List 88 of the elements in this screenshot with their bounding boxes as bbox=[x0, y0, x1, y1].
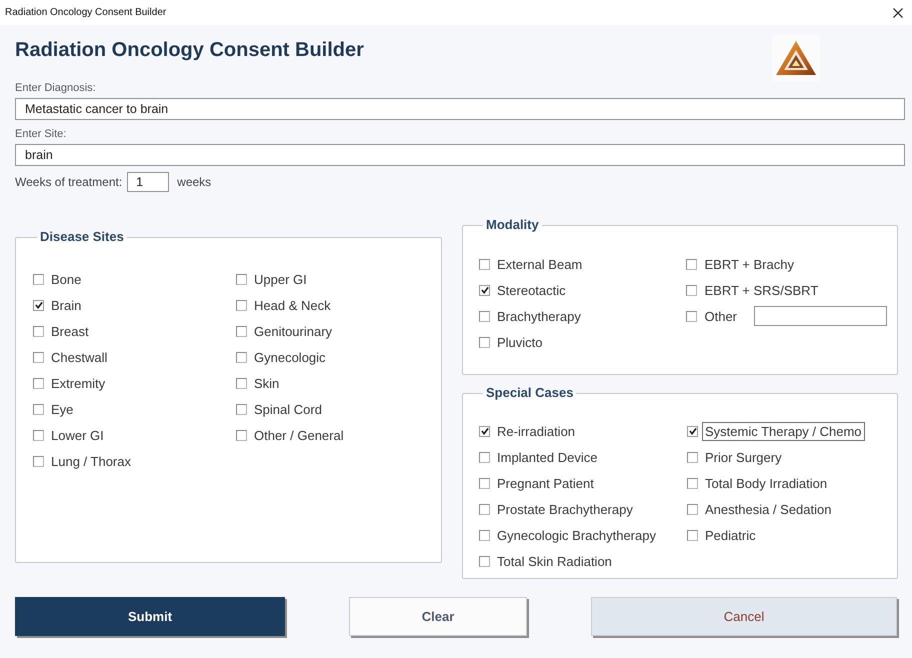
checkbox[interactable] bbox=[479, 426, 490, 436]
checkbox-label[interactable]: Skin bbox=[251, 374, 282, 392]
checkbox[interactable] bbox=[236, 274, 247, 284]
checkbox[interactable] bbox=[686, 310, 698, 322]
checkbox-label[interactable]: Pluvicto bbox=[494, 332, 546, 352]
checkbox-label[interactable]: Upper GI bbox=[251, 270, 310, 288]
checkbox[interactable] bbox=[33, 404, 44, 414]
checkmark-icon bbox=[34, 301, 42, 309]
checkbox-label[interactable]: Anesthesia / Sedation bbox=[702, 500, 834, 518]
checkbox-label[interactable]: Total Body Irradiation bbox=[702, 474, 830, 492]
clear-button[interactable]: Clear bbox=[349, 597, 527, 636]
checkbox[interactable] bbox=[479, 284, 490, 296]
checkbox-label[interactable]: Brain bbox=[48, 296, 84, 314]
checkbox[interactable] bbox=[687, 530, 698, 540]
checkbox[interactable] bbox=[236, 300, 247, 310]
checkbox-label[interactable]: Chestwall bbox=[48, 348, 110, 366]
checkbox-label[interactable]: Pregnant Patient bbox=[494, 474, 597, 492]
checkbox[interactable] bbox=[33, 352, 44, 362]
checkbox-label[interactable]: Eye bbox=[48, 400, 76, 418]
checkbox[interactable] bbox=[686, 284, 698, 296]
checkbox-label[interactable]: Brachytherapy bbox=[494, 306, 584, 326]
window-title: Radiation Oncology Consent Builder bbox=[5, 7, 166, 18]
checkbox[interactable] bbox=[236, 352, 247, 362]
field-label: Weeks of treatment: bbox=[15, 175, 122, 189]
app-heading: Radiation Oncology Consent Builder bbox=[15, 39, 364, 62]
group-title: Disease Sites bbox=[39, 229, 125, 245]
checkbox-label[interactable]: Stereotactic bbox=[494, 280, 569, 300]
checkbox-label[interactable]: Breast bbox=[48, 322, 92, 340]
checkbox[interactable] bbox=[33, 326, 44, 336]
checkbox[interactable] bbox=[687, 504, 698, 514]
checkbox[interactable] bbox=[236, 326, 247, 336]
submit-button[interactable]: Submit bbox=[15, 597, 285, 636]
checkbox[interactable] bbox=[479, 258, 490, 270]
checkbox-label[interactable]: Implanted Device bbox=[494, 448, 600, 466]
checkbox-label[interactable]: Spinal Cord bbox=[251, 400, 325, 418]
text-field[interactable]: Metastatic cancer to brain bbox=[15, 98, 905, 120]
triangle-logo-icon bbox=[772, 35, 820, 81]
checkbox-label[interactable]: Prostate Brachytherapy bbox=[494, 500, 636, 518]
checkbox-label[interactable]: Extremity bbox=[48, 374, 108, 392]
checkbox-label[interactable]: Genitourinary bbox=[251, 322, 336, 340]
checkbox[interactable] bbox=[33, 456, 44, 466]
checkbox[interactable] bbox=[687, 478, 698, 488]
close-icon[interactable] bbox=[893, 8, 903, 18]
checkbox-label[interactable]: Gynecologic Brachytherapy bbox=[494, 526, 659, 544]
text-field[interactable]: brain bbox=[15, 144, 905, 166]
checkbox[interactable] bbox=[479, 556, 490, 566]
checkbox-label[interactable]: Head & Neck bbox=[251, 296, 334, 314]
checkbox[interactable] bbox=[33, 274, 44, 284]
checkbox-label[interactable]: Prior Surgery bbox=[702, 448, 785, 466]
checkbox-label[interactable]: Other bbox=[701, 306, 740, 326]
checkbox-label[interactable]: EBRT + SRS/SBRT bbox=[701, 280, 822, 300]
checkbox[interactable] bbox=[236, 430, 247, 440]
checkbox[interactable] bbox=[687, 426, 698, 436]
checkbox[interactable] bbox=[687, 452, 698, 462]
unit-label: weeks bbox=[177, 175, 212, 189]
checkmark-icon bbox=[688, 427, 696, 435]
number-field[interactable]: 1 bbox=[127, 172, 170, 192]
checkbox-label[interactable]: Lower GI bbox=[48, 426, 107, 444]
field-label: Enter Diagnosis: bbox=[15, 81, 97, 95]
checkbox-label[interactable]: Other / General bbox=[251, 426, 347, 444]
checkbox[interactable] bbox=[686, 258, 698, 270]
checkbox-label[interactable]: Systemic Therapy / Chemo bbox=[702, 422, 865, 440]
checkbox[interactable] bbox=[33, 300, 44, 310]
checkbox-label[interactable]: EBRT + Brachy bbox=[701, 254, 797, 274]
group-title: Modality bbox=[485, 217, 540, 233]
checkbox[interactable] bbox=[479, 530, 490, 540]
checkbox[interactable] bbox=[479, 504, 490, 514]
checkbox[interactable] bbox=[479, 452, 490, 462]
checkbox[interactable] bbox=[236, 404, 247, 414]
checkbox-label[interactable]: Pediatric bbox=[702, 526, 759, 544]
checkbox[interactable] bbox=[236, 378, 247, 388]
checkbox-label[interactable]: External Beam bbox=[494, 254, 586, 274]
checkbox-label[interactable]: Total Skin Radiation bbox=[494, 552, 615, 570]
field-label: Enter Site: bbox=[15, 127, 68, 141]
checkmark-icon bbox=[480, 286, 488, 294]
cancel-button[interactable]: Cancel bbox=[591, 597, 897, 636]
checkbox[interactable] bbox=[33, 378, 44, 388]
other-text-field[interactable] bbox=[754, 306, 887, 326]
checkbox[interactable] bbox=[479, 310, 490, 322]
checkbox-label[interactable]: Bone bbox=[48, 270, 84, 288]
checkbox[interactable] bbox=[479, 478, 490, 488]
checkmark-icon bbox=[480, 427, 488, 435]
checkbox-label[interactable]: Re-irradiation bbox=[494, 422, 578, 440]
group-title: Special Cases bbox=[485, 385, 574, 401]
checkbox[interactable] bbox=[33, 430, 44, 440]
checkbox-label[interactable]: Gynecologic bbox=[251, 348, 329, 366]
checkbox-label[interactable]: Lung / Thorax bbox=[48, 452, 134, 470]
checkbox[interactable] bbox=[479, 336, 490, 348]
